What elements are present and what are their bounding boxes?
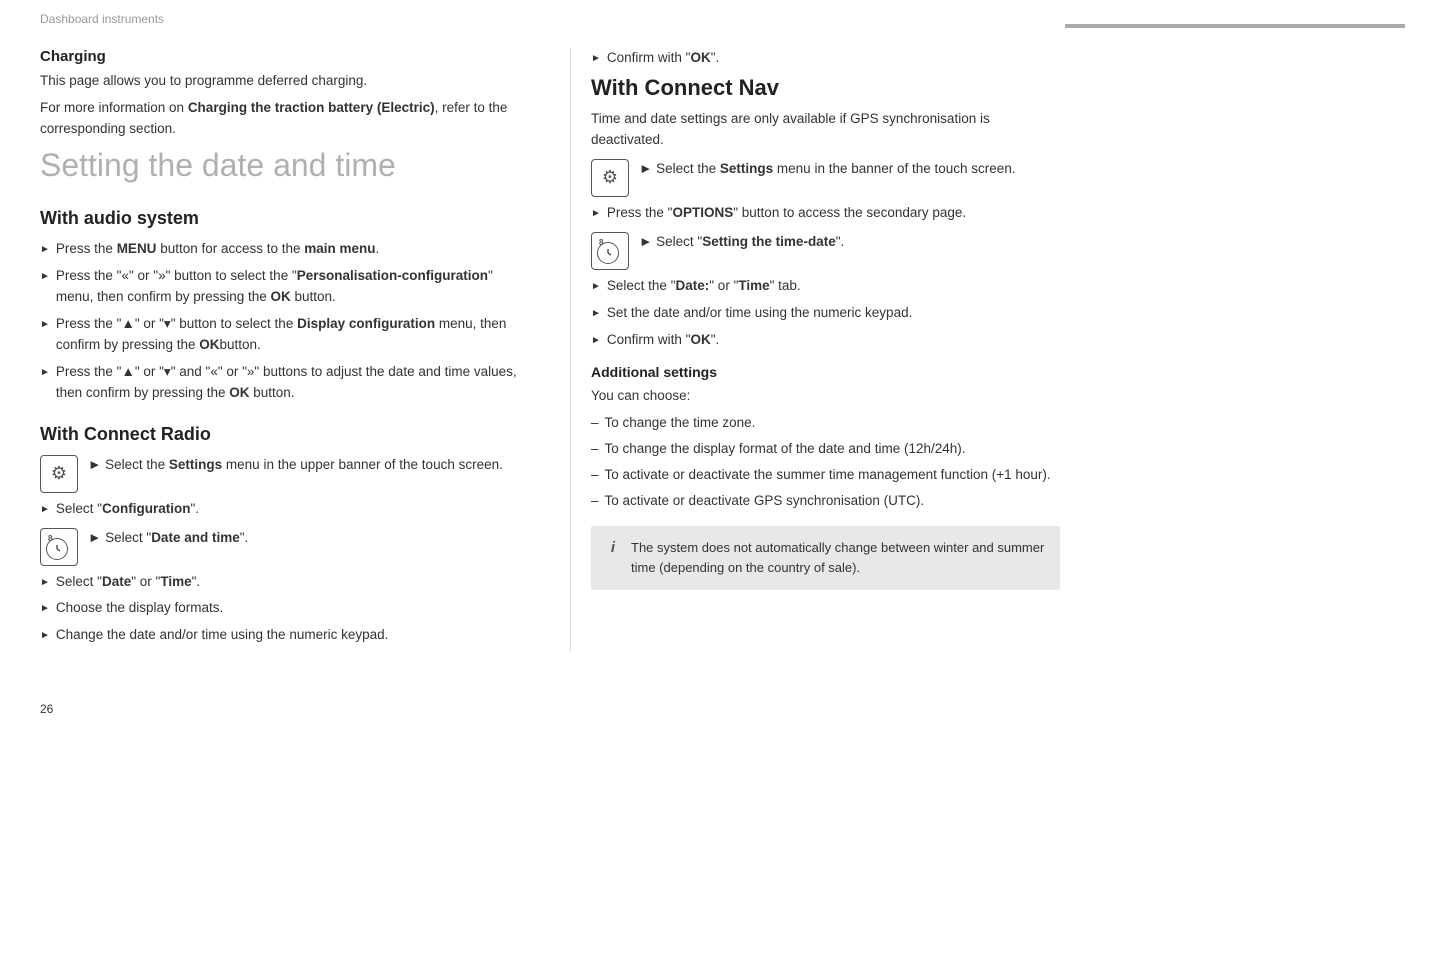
dash-2: –	[591, 439, 599, 460]
connect-nav-intro: Time and date settings are only availabl…	[591, 109, 1060, 151]
connect-nav-clock-row: 8 ► Select "Setting the time-date".	[591, 232, 1060, 270]
audio-bullet-4-text: Press the "▲" or "▾" and "«" or "»" butt…	[56, 362, 530, 404]
connect-radio-datetime-text: ► Select "Date and time".	[88, 528, 530, 549]
connect-nav-bullet-4-text: Confirm with "OK".	[607, 330, 1060, 351]
bullet-arrow-cn-4: ►	[591, 333, 601, 349]
audio-bullet-2-text: Press the "«" or "»" button to select th…	[56, 266, 530, 308]
section-title: Setting the date and time	[40, 146, 530, 184]
audio-bullet-1-text: Press the MENU button for access to the …	[56, 239, 530, 260]
charging-p1: This page allows you to programme deferr…	[40, 71, 530, 92]
connect-radio-settings-text: ► Select the Settings menu in the upper …	[88, 455, 530, 476]
connect-nav-bullet-3: ► Set the date and/or time using the num…	[591, 303, 1060, 324]
connect-radio-bullet-4-text: Change the date and/or time using the nu…	[56, 625, 530, 646]
audio-bullet-1: ► Press the MENU button for access to th…	[40, 239, 530, 260]
info-box-text: The system does not automatically change…	[631, 538, 1046, 578]
bullet-arrow-cn-2: ►	[591, 279, 601, 295]
connect-nav-clock-icon-box: 8	[591, 232, 629, 270]
right-confirm-text: Confirm with "OK".	[607, 48, 1060, 69]
charging-p2: For more information on Charging the tra…	[40, 98, 530, 140]
bullet-arrow-2: ►	[40, 269, 50, 285]
audio-bullet-2: ► Press the "«" or "»" button to select …	[40, 266, 530, 308]
dash-4: –	[591, 491, 599, 512]
info-icon: i	[605, 539, 621, 556]
additional-heading: Additional settings	[591, 364, 1060, 380]
clock-circle	[46, 538, 68, 560]
connect-nav-bullet-1-text: Press the "OPTIONS" button to access the…	[607, 203, 1060, 224]
connect-nav-settings-text: ► Select the Settings menu in the banner…	[639, 159, 1060, 180]
clock-icon: 8	[46, 534, 72, 560]
gear-icon: ⚙	[51, 463, 67, 484]
connect-nav-clock-hands-svg	[601, 246, 615, 260]
connect-nav-bullet-4: ► Confirm with "OK".	[591, 330, 1060, 351]
page: Dashboard instruments Charging This page…	[0, 0, 1445, 726]
bullet-arrow-cr-4: ►	[40, 628, 50, 644]
dash-3: –	[591, 465, 599, 486]
connect-radio-bullet-4: ► Change the date and/or time using the …	[40, 625, 530, 646]
connect-radio-bullet-2-text: Select "Date" or "Time".	[56, 572, 530, 593]
breadcrumb: Dashboard instruments	[40, 12, 1065, 26]
connect-nav-clock-circle	[597, 242, 619, 264]
connect-radio-bullet-1-text: Select "Configuration".	[56, 499, 530, 520]
charging-p2-bold: Charging the traction battery (Electric)	[188, 100, 435, 115]
connect-nav-heading: With Connect Nav	[591, 75, 1060, 101]
bullet-arrow-cr-1: ►	[40, 502, 50, 518]
additional-item-3-text: To activate or deactivate the summer tim…	[605, 465, 1051, 486]
bullet-arrow-r-confirm: ►	[591, 51, 601, 67]
connect-nav-bullet-2: ► Select the "Date:" or "Time" tab.	[591, 276, 1060, 297]
top-bar: Dashboard instruments	[0, 0, 1445, 28]
bullet-arrow-cr-3: ►	[40, 601, 50, 617]
additional-item-4-text: To activate or deactivate GPS synchronis…	[605, 491, 925, 512]
clock-icon-box: 8	[40, 528, 78, 566]
connect-nav-timedate-text: ► Select "Setting the time-date".	[639, 232, 1060, 253]
connect-radio-bullet-2: ► Select "Date" or "Time".	[40, 572, 530, 593]
additional-item-1: – To change the time zone.	[591, 413, 1060, 434]
connect-nav-gear-row: ⚙ ► Select the Settings menu in the bann…	[591, 159, 1060, 197]
connect-nav-bullet-1: ► Press the "OPTIONS" button to access t…	[591, 203, 1060, 224]
additional-item-2-text: To change the display format of the date…	[605, 439, 966, 460]
connect-radio-gear-row: ⚙ ► Select the Settings menu in the uppe…	[40, 455, 530, 493]
audio-bullet-4: ► Press the "▲" or "▾" and "«" or "»" bu…	[40, 362, 530, 404]
bullet-arrow-cn-1: ►	[591, 206, 601, 222]
connect-nav-bullet-2-text: Select the "Date:" or "Time" tab.	[607, 276, 1060, 297]
bullet-arrow-cr-2: ►	[40, 575, 50, 591]
right-column: ► Confirm with "OK". With Connect Nav Ti…	[570, 48, 1060, 652]
charging-p2-prefix: For more information on	[40, 100, 188, 115]
left-column: Charging This page allows you to program…	[40, 48, 530, 652]
additional-item-1-text: To change the time zone.	[605, 413, 756, 434]
connect-radio-section: With Connect Radio ⚙ ► Select the Settin…	[40, 424, 530, 647]
dash-1: –	[591, 413, 599, 434]
connect-radio-heading: With Connect Radio	[40, 424, 530, 445]
connect-radio-clock-row: 8 ► Select "Date and time".	[40, 528, 530, 566]
connect-radio-bullet-3-text: Choose the display formats.	[56, 598, 530, 619]
page-number: 26	[0, 692, 1445, 726]
audio-heading: With audio system	[40, 208, 530, 229]
additional-item-2: – To change the display format of the da…	[591, 439, 1060, 460]
content: Charging This page allows you to program…	[0, 28, 1445, 692]
gear-icon-box: ⚙	[40, 455, 78, 493]
connect-nav-bullet-3-text: Set the date and/or time using the numer…	[607, 303, 1060, 324]
bullet-arrow-4: ►	[40, 365, 50, 381]
connect-nav-clock-icon: 8	[597, 238, 623, 264]
connect-radio-bullet-1: ► Select "Configuration".	[40, 499, 530, 520]
audio-bullet-3-text: Press the "▲" or "▾" button to select th…	[56, 314, 530, 356]
additional-p: You can choose:	[591, 386, 1060, 407]
connect-nav-gear-icon-box: ⚙	[591, 159, 629, 197]
info-box: i The system does not automatically chan…	[591, 526, 1060, 590]
right-confirm-bullet: ► Confirm with "OK".	[591, 48, 1060, 69]
clock-hands-svg	[50, 542, 64, 556]
connect-nav-gear-icon: ⚙	[602, 167, 618, 188]
connect-radio-bullet-3: ► Choose the display formats.	[40, 598, 530, 619]
additional-item-4: – To activate or deactivate GPS synchron…	[591, 491, 1060, 512]
additional-item-3: – To activate or deactivate the summer t…	[591, 465, 1060, 486]
charging-heading: Charging	[40, 48, 530, 65]
bullet-arrow-3: ►	[40, 317, 50, 333]
audio-bullet-3: ► Press the "▲" or "▾" button to select …	[40, 314, 530, 356]
bullet-arrow-1: ►	[40, 242, 50, 258]
bullet-arrow-cn-3: ►	[591, 306, 601, 322]
